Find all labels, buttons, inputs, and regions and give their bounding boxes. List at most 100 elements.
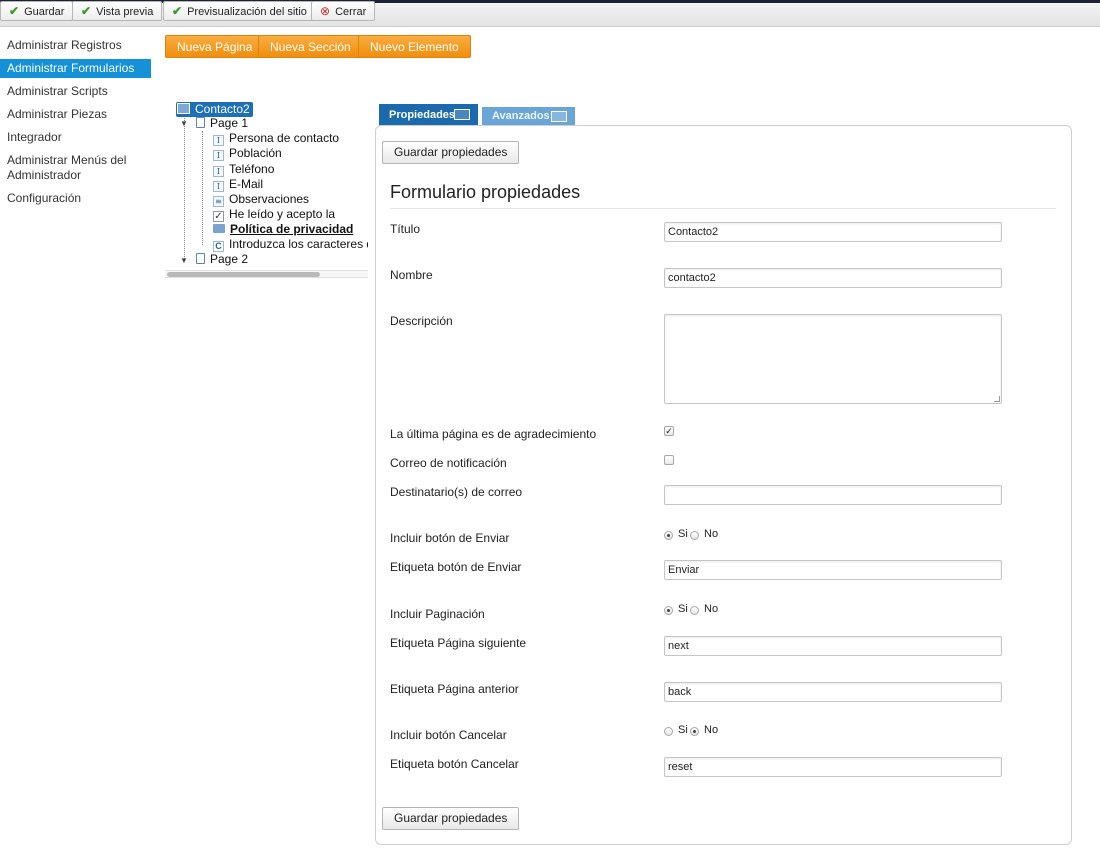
expand-page2-icon[interactable]: ▼ <box>180 256 188 265</box>
submit-include-label: Incluir botón de Enviar <box>390 531 510 545</box>
tree-field[interactable]: ✓ He leído y acepto la <box>213 207 335 222</box>
expand-page1-icon[interactable]: ▼ <box>180 119 188 128</box>
thankyou-checkbox[interactable]: ✓ <box>664 426 674 436</box>
submit-yes-radio[interactable] <box>664 531 673 540</box>
form-tree: Contacto2 ▼ Page 1 I Persona de contacto … <box>165 100 368 280</box>
recipients-input[interactable] <box>664 485 1002 505</box>
tree-field[interactable]: C Introduzca los caracteres de <box>213 237 368 252</box>
cancel-no-label: No <box>704 724 719 736</box>
title-input[interactable]: Contacto2 <box>664 222 1002 242</box>
close-button[interactable]: ⊗ Cerrar <box>311 1 376 21</box>
paging-include-label: Incluir Paginación <box>390 607 485 621</box>
tree-horizontal-scrollbar[interactable] <box>165 270 368 278</box>
new-section-button[interactable]: Nueva Sección <box>258 35 363 58</box>
tree-field[interactable]: I Población <box>213 146 282 161</box>
paging-yes-radio[interactable] <box>664 606 673 615</box>
textarea-field-icon: ≡ <box>213 196 224 207</box>
prev-page-label: Etiqueta Página anterior <box>390 682 519 696</box>
preview-button[interactable]: ✔ Vista previa <box>72 1 163 21</box>
save-properties-button-bottom[interactable]: Guardar propiedades <box>382 807 520 830</box>
form-icon <box>177 103 190 114</box>
tree-page-1[interactable]: Page 1 <box>196 116 248 131</box>
save-properties-button-top[interactable]: Guardar propiedades <box>382 141 520 164</box>
sidebar-item-integrador[interactable]: Integrador <box>0 128 151 147</box>
tree-root-label: Contacto2 <box>195 102 250 116</box>
scrollbar-thumb[interactable] <box>167 272 320 277</box>
tree-field[interactable]: ≡ Observaciones <box>213 192 309 207</box>
sidebar: Administrar Registros Administrar Formul… <box>0 36 151 212</box>
tree-field-label: Teléfono <box>229 162 275 176</box>
site-preview-button[interactable]: ✔ Previsualización del sitio <box>163 1 316 21</box>
sidebar-item-configuracion[interactable]: Configuración <box>0 189 151 208</box>
tab-properties-label: Propiedades <box>389 109 456 121</box>
save-button[interactable]: ✔ Guardar <box>0 1 74 21</box>
tree-field[interactable]: I Persona de contacto <box>213 131 339 146</box>
notification-checkbox[interactable] <box>664 455 674 465</box>
sidebar-item-registros[interactable]: Administrar Registros <box>0 36 151 55</box>
submit-text-input[interactable]: Enviar <box>664 560 1002 580</box>
tree-field[interactable]: I Teléfono <box>213 162 274 177</box>
cancel-no-radio[interactable] <box>690 727 699 736</box>
recipients-label: Destinatario(s) de correo <box>390 485 523 499</box>
tree-field-label: Observaciones <box>229 192 310 206</box>
site-preview-button-label: Previsualización del sitio <box>187 6 307 18</box>
close-icon: ⊗ <box>320 4 331 18</box>
divider <box>390 208 1056 209</box>
tree-field-label: He leído y acepto la <box>229 207 336 221</box>
sidebar-item-scripts[interactable]: Administrar Scripts <box>0 82 151 101</box>
close-button-label: Cerrar <box>335 6 367 18</box>
page-icon <box>196 117 205 128</box>
tab-advanced-label: Avanzados <box>492 110 550 122</box>
page-icon <box>196 253 205 264</box>
tab-properties[interactable]: Propiedades <box>379 104 478 126</box>
text-field-icon: I <box>213 166 224 177</box>
next-page-input[interactable]: next <box>664 636 1002 656</box>
text-field-icon: I <box>213 181 224 192</box>
tree-page-2[interactable]: Page 2 <box>196 252 248 267</box>
list-icon <box>551 111 567 122</box>
tree-root[interactable]: Contacto2 <box>176 102 253 117</box>
sidebar-item-piezas[interactable]: Administrar Piezas <box>0 105 151 124</box>
paging-no-label: No <box>704 603 719 615</box>
new-page-button[interactable]: Nueva Página <box>165 35 265 58</box>
text-field-icon: I <box>213 150 224 161</box>
tree-field-label: E-Mail <box>229 177 264 191</box>
text-field-icon: I <box>213 135 224 146</box>
new-element-button[interactable]: Nuevo Elemento <box>358 35 471 58</box>
cancel-include-label: Incluir botón Cancelar <box>390 728 507 742</box>
tree-field-selected[interactable]: Política de privacidad <box>213 222 353 237</box>
check-icon: ✔ <box>81 4 92 18</box>
check-icon: ✔ <box>9 4 20 18</box>
name-input[interactable]: contacto2 <box>664 268 1002 288</box>
submit-no-radio[interactable] <box>690 531 699 540</box>
sidebar-item-formularios[interactable]: Administrar Formularios <box>0 59 151 78</box>
name-label: Nombre <box>390 268 433 282</box>
paging-no-radio[interactable] <box>690 606 699 615</box>
sidebar-item-menus[interactable]: Administrar Menús del Administrador <box>0 151 151 185</box>
tree-field-label: Población <box>229 146 282 160</box>
submit-no-label: No <box>704 528 719 540</box>
captcha-field-icon: C <box>213 241 224 252</box>
properties-icon <box>454 109 470 120</box>
tree-field-label: Introduzca los caracteres de <box>229 237 368 251</box>
notification-label: Correo de notificación <box>390 456 507 470</box>
prev-page-input[interactable]: back <box>664 682 1002 702</box>
check-icon: ✔ <box>172 4 183 18</box>
submit-text-label: Etiqueta botón de Enviar <box>390 560 522 574</box>
cancel-yes-radio[interactable] <box>664 727 673 736</box>
paging-yes-label: Si <box>678 603 688 615</box>
cancel-yes-label: Si <box>678 724 688 736</box>
toolbar: ✔ Guardar ✔ Vista previa ✔ Previsualización… <box>0 1 1100 27</box>
tree-field[interactable]: I E-Mail <box>213 177 263 192</box>
tree-field-label: Política de privacidad <box>230 222 354 236</box>
thankyou-label: La última página es de agradecimiento <box>390 427 597 441</box>
form-heading: Formulario propiedades <box>390 182 581 202</box>
submit-yes-label: Si <box>678 528 688 540</box>
save-button-label: Guardar <box>24 6 65 18</box>
description-textarea[interactable] <box>664 314 1002 404</box>
checkbox-field-icon: ✓ <box>213 211 224 222</box>
resize-grip-icon[interactable] <box>994 396 1000 402</box>
tab-advanced[interactable]: Avanzados <box>482 107 575 126</box>
cancel-text-input[interactable]: reset <box>664 757 1002 777</box>
preview-button-label: Vista previa <box>96 6 154 18</box>
